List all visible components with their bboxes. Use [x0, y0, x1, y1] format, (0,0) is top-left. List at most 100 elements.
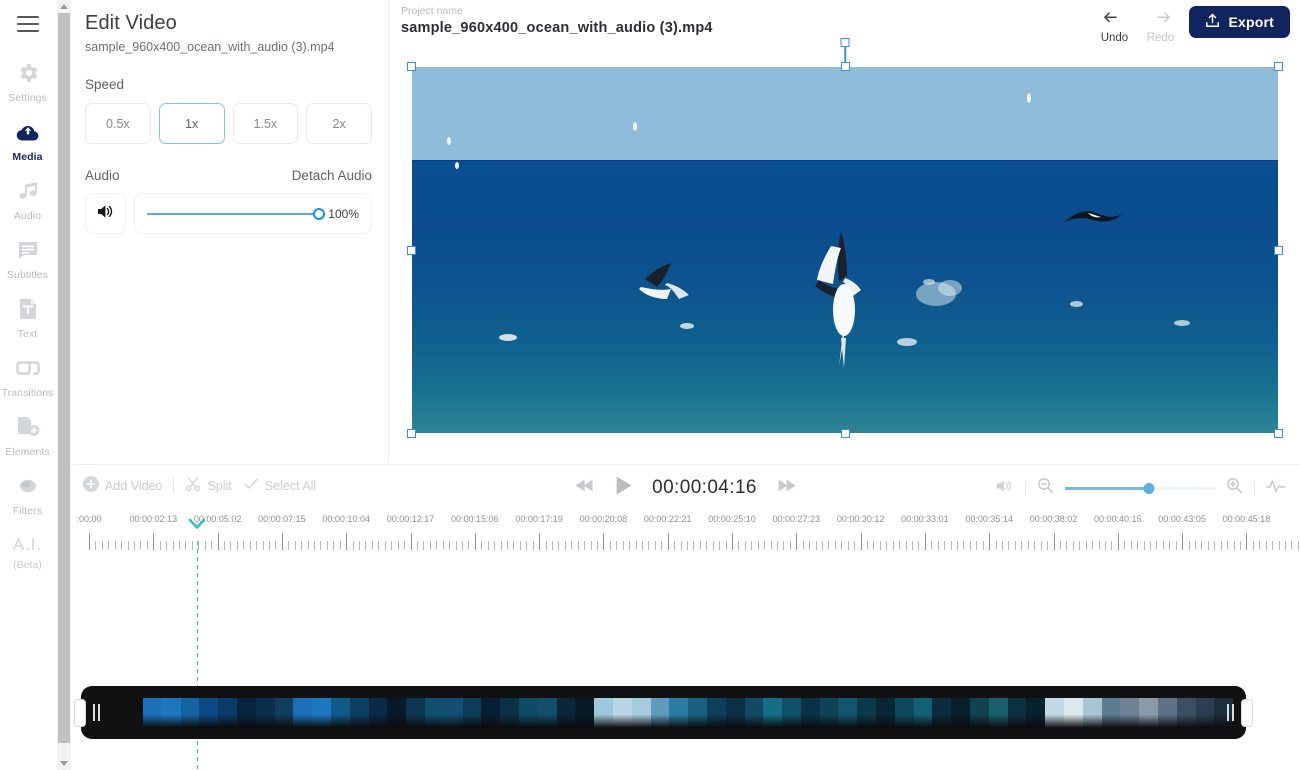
ruler-tick-label: 00:00:43:05 [1158, 514, 1206, 524]
ruler-minor-tick [371, 541, 373, 550]
resize-handle-top-right[interactable] [1274, 62, 1283, 71]
waveform-icon[interactable] [1266, 478, 1286, 499]
clip-thumbnail [838, 698, 858, 728]
zoom-out-icon[interactable] [1037, 477, 1054, 499]
sidebar-item-audio[interactable]: Audio [0, 176, 55, 222]
resize-handle-bottom-center[interactable] [840, 429, 850, 438]
scroll-up-arrow-icon[interactable] [57, 0, 71, 13]
clip-thumbnail-strip[interactable] [143, 698, 1233, 728]
ruler-minor-tick [661, 541, 663, 550]
left-sidebar: Settings Media Audio Subtitles Text Tran… [0, 0, 55, 770]
ruler-minor-tick [899, 541, 901, 550]
detach-audio-button[interactable]: Detach Audio [292, 168, 372, 183]
video-track[interactable] [74, 686, 1253, 739]
zoom-slider[interactable] [1065, 482, 1215, 494]
volume-slider-container[interactable]: 100% [134, 193, 372, 234]
transitions-icon [15, 353, 41, 383]
clip-thumbnail [913, 698, 933, 728]
trim-handle-left[interactable] [74, 699, 86, 727]
clip-thumbnail [330, 698, 350, 728]
select-all-button[interactable]: Select All [243, 477, 316, 494]
bird-speck [446, 136, 451, 145]
ruler-minor-tick [879, 541, 881, 550]
ruler-minor-tick [822, 541, 824, 550]
audio-section-label: Audio [85, 168, 120, 183]
scrollbar-thumb[interactable] [58, 13, 70, 743]
volume-slider-knob[interactable] [313, 207, 326, 220]
undo-button[interactable]: Undo [1095, 6, 1133, 44]
ruler-minor-tick [1284, 541, 1286, 550]
mute-toggle-button[interactable] [85, 193, 126, 234]
ruler-minor-tick [963, 541, 965, 550]
speaker-icon[interactable] [995, 478, 1014, 499]
ruler-minor-tick [719, 541, 721, 550]
resize-handle-middle-right[interactable] [1274, 245, 1283, 255]
zoom-slider-knob[interactable] [1143, 482, 1155, 494]
sidebar-item-settings[interactable]: Settings [0, 58, 55, 104]
sidebar-item-text[interactable]: Text [0, 294, 55, 340]
project-name-value[interactable]: sample_960x400_ocean_with_audio (3).mp4 [401, 20, 713, 36]
clip-thumbnail [199, 698, 219, 728]
resize-handle-bottom-left[interactable] [407, 429, 416, 438]
ruler-minor-tick [461, 541, 463, 550]
ruler-minor-tick [944, 541, 946, 550]
ruler-tick-label: 00:00:45:18 [1222, 514, 1271, 524]
hamburger-menu-icon[interactable] [16, 16, 39, 32]
resize-handle-middle-left[interactable] [407, 245, 416, 255]
redo-button[interactable]: Redo [1141, 6, 1179, 44]
sidebar-item-media[interactable]: Media [0, 117, 55, 163]
volume-slider-track[interactable] [147, 207, 326, 220]
rotate-handle[interactable] [840, 38, 850, 47]
split-button[interactable]: Split [185, 476, 232, 495]
volume-value-label: 100% [328, 206, 359, 221]
skip-back-icon[interactable] [573, 478, 595, 498]
clip-thumbnail [349, 698, 369, 728]
ruler-minor-tick [918, 541, 920, 550]
video-canvas-wrapper[interactable] [407, 38, 1283, 438]
ruler-minor-tick [571, 541, 573, 550]
toolbar-divider [173, 478, 175, 493]
ruler-minor-tick [275, 541, 277, 550]
skip-forward-icon[interactable] [776, 478, 798, 498]
add-video-button[interactable]: Add Video [83, 476, 162, 495]
ruler-minor-tick [1124, 541, 1126, 550]
timeline-ruler[interactable]: :00:00 00:00:02:13 00:00:05:02 00:00:07:15 0… [71, 511, 1300, 557]
resize-handle-top-center[interactable] [840, 62, 850, 71]
speed-button-0-5x[interactable]: 0.5x [85, 103, 151, 144]
bird-speck [455, 162, 460, 170]
edit-video-panel: Edit Video sample_960x400_ocean_with_aud… [71, 0, 389, 463]
export-button[interactable]: Export [1189, 6, 1290, 38]
ruler-minor-tick [699, 541, 701, 550]
ruler-minor-tick [185, 541, 187, 550]
ruler-tick-label: 00:00:30:12 [836, 514, 885, 524]
speed-button-1-5x[interactable]: 1.5x [232, 103, 299, 144]
speed-button-2x[interactable]: 2x [306, 103, 372, 144]
ruler-tick-label: :00:00 [76, 514, 102, 524]
sidebar-item-transitions[interactable]: Transitions [0, 353, 55, 399]
zoom-in-icon[interactable] [1226, 477, 1243, 499]
resize-handle-top-left[interactable] [407, 62, 416, 71]
ruler-major-tick [732, 533, 733, 550]
playhead-marker-icon[interactable] [188, 517, 206, 531]
sidebar-item-filters[interactable]: Filters [0, 471, 55, 517]
clip-thumbnail [575, 698, 595, 728]
panel-scrollbar[interactable] [57, 0, 71, 770]
ruler-minor-tick [1092, 541, 1094, 550]
sidebar-item-ai[interactable]: A.I. (Beta) [0, 530, 55, 571]
play-icon[interactable] [614, 475, 633, 501]
speed-button-1x[interactable]: 1x [158, 103, 225, 144]
video-frame[interactable] [412, 67, 1278, 433]
ai-icon: A.I. [12, 535, 43, 554]
ruler-major-tick [539, 533, 541, 550]
sidebar-item-elements[interactable]: Elements [0, 412, 55, 458]
ruler-minor-tick [770, 541, 772, 550]
resize-handle-bottom-right[interactable] [1274, 429, 1283, 438]
ruler-minor-tick [1104, 541, 1106, 550]
diving-bird [801, 224, 889, 379]
scroll-down-arrow-icon[interactable] [57, 757, 71, 770]
clip-thumbnail [819, 698, 839, 728]
sidebar-item-subtitles[interactable]: Subtitles [0, 235, 55, 281]
trim-handle-right[interactable] [1241, 699, 1253, 727]
ruler-minor-tick [1156, 541, 1158, 550]
audio-section-header: Audio Detach Audio [85, 168, 372, 183]
